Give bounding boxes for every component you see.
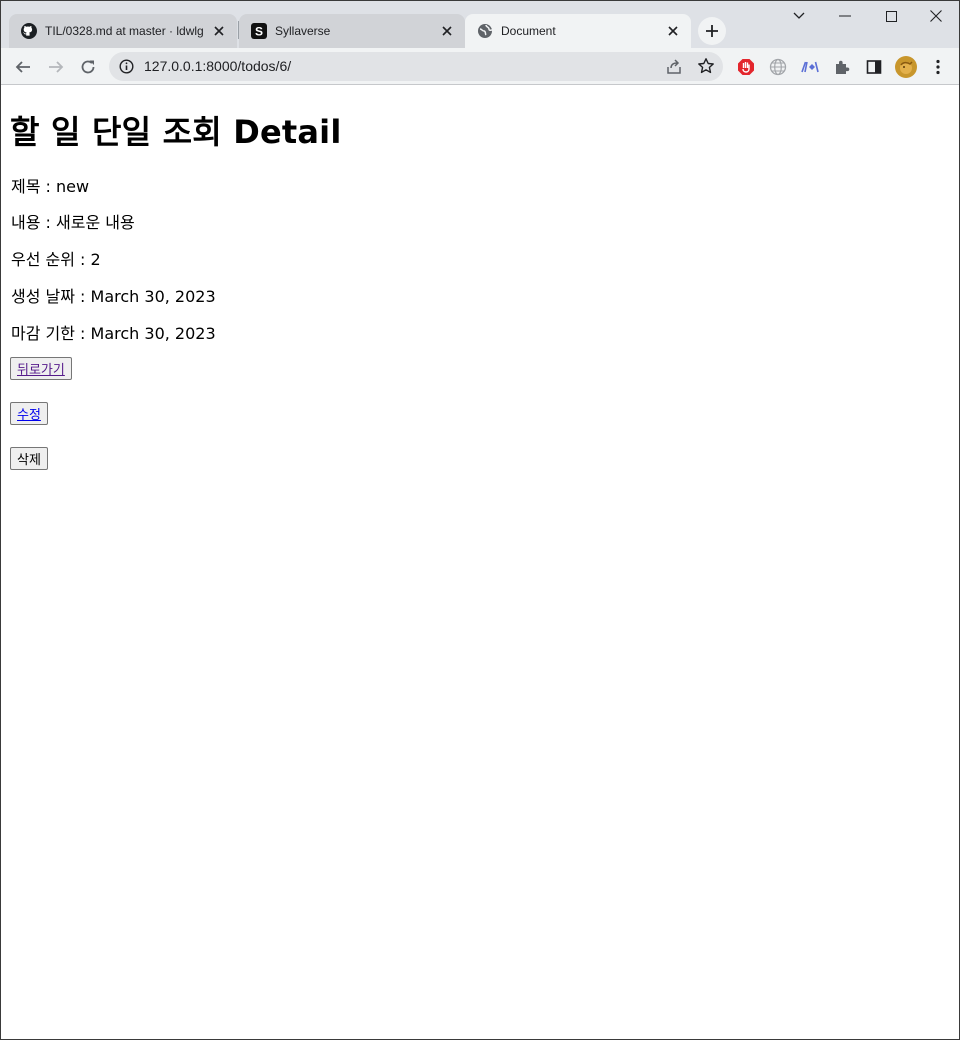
close-icon[interactable] — [211, 23, 227, 39]
back-arrow-icon[interactable] — [9, 53, 37, 81]
tab-search-icon[interactable] — [776, 1, 822, 31]
profile-avatar[interactable] — [895, 56, 917, 78]
bookmark-star-icon[interactable] — [697, 57, 715, 75]
tab-title: Syllaverse — [275, 24, 331, 38]
priority-field: 우선 순위 : 2 — [11, 250, 101, 269]
title-field: 제목 : new — [11, 177, 90, 196]
maximize-icon[interactable] — [868, 1, 914, 31]
delete-label: 삭제 — [17, 453, 41, 468]
reader-extension-icon[interactable] — [800, 57, 820, 77]
new-tab-button[interactable] — [698, 17, 726, 45]
side-panel-icon[interactable] — [864, 57, 884, 77]
svg-text:S: S — [255, 25, 263, 39]
browser-toolbar: 127.0.0.1:8000/todos/6/ — [1, 48, 959, 85]
back-link[interactable]: 뒤로가기 — [17, 359, 65, 378]
close-icon[interactable] — [665, 23, 681, 39]
info-icon[interactable] — [119, 59, 134, 74]
translate-globe-icon[interactable] — [768, 57, 788, 77]
deadline-field: 마감 기한 : March 30, 2023 — [11, 324, 216, 343]
tab-title: TIL/0328.md at master · ldwlg — [45, 24, 204, 38]
close-window-icon[interactable] — [913, 1, 959, 31]
delete-button[interactable]: 삭제 — [10, 447, 48, 470]
page-title: 할 일 단일 조회 Detail — [10, 113, 342, 151]
adblock-extension-icon[interactable] — [736, 57, 756, 77]
tab-syllaverse[interactable]: S Syllaverse — [239, 14, 465, 48]
edit-link[interactable]: 수정 — [17, 404, 41, 423]
extensions-puzzle-icon[interactable] — [832, 57, 852, 77]
syllaverse-icon: S — [251, 23, 267, 39]
tab-github[interactable]: TIL/0328.md at master · ldwlg — [9, 14, 237, 48]
github-icon — [21, 23, 37, 39]
globe-icon — [477, 23, 493, 39]
url-text[interactable]: 127.0.0.1:8000/todos/6/ — [144, 58, 291, 74]
page-content: 할 일 단일 조회 Detail 제목 : new 내용 : 새로운 내용 우선… — [1, 86, 959, 1039]
address-bar[interactable]: 127.0.0.1:8000/todos/6/ — [109, 52, 723, 81]
close-icon[interactable] — [439, 23, 455, 39]
tab-document[interactable]: Document — [465, 14, 691, 48]
created-date-field: 생성 날짜 : March 30, 2023 — [11, 287, 216, 306]
browser-window: TIL/0328.md at master · ldwlg S Syllaver… — [0, 0, 960, 1040]
back-button[interactable]: 뒤로가기 — [10, 357, 72, 380]
menu-dots-icon[interactable] — [928, 57, 948, 77]
edit-button[interactable]: 수정 — [10, 402, 48, 425]
tab-strip: TIL/0328.md at master · ldwlg S Syllaver… — [1, 1, 959, 48]
tab-title: Document — [501, 24, 556, 38]
share-icon[interactable] — [665, 58, 683, 76]
forward-arrow-icon[interactable] — [42, 53, 70, 81]
reload-icon[interactable] — [74, 53, 102, 81]
content-field: 내용 : 새로운 내용 — [11, 213, 135, 232]
minimize-icon[interactable] — [822, 1, 868, 31]
